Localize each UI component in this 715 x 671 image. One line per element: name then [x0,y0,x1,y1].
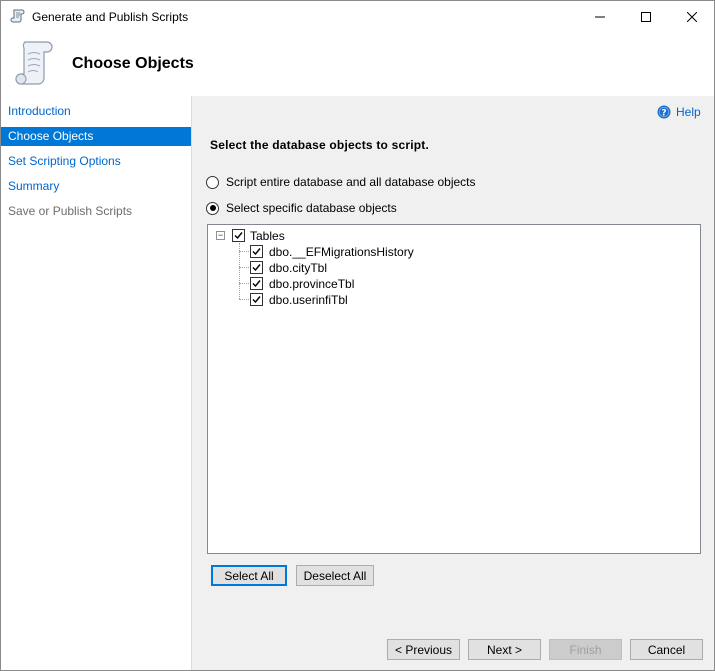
tree-item-label: dbo.userinfiTbl [269,293,348,307]
close-button[interactable] [669,1,714,32]
collapse-minus-icon[interactable]: − [216,231,225,240]
page-title: Choose Objects [72,55,194,72]
generate-publish-scripts-window: Generate and Publish Scripts Choose Obje… [0,0,715,671]
minimize-button[interactable] [577,1,623,32]
cancel-button[interactable]: Cancel [630,639,703,660]
table-checkbox[interactable] [250,293,263,306]
finish-button: Finish [549,639,622,660]
help-label: Help [676,105,701,119]
previous-button[interactable]: < Previous [387,639,460,660]
script-entire-database-label: Script entire database and all database … [226,175,476,189]
checkmark-icon [234,232,243,240]
nav-item-summary[interactable]: Summary [1,177,191,196]
select-specific-objects-label: Select specific database objects [226,201,397,215]
nav-item-set-scripting-options[interactable]: Set Scripting Options [1,152,191,171]
checkmark-icon [252,296,261,304]
wizard-steps-nav: Introduction Choose Objects Set Scriptin… [1,96,192,670]
radio-unchecked[interactable] [206,175,219,189]
tree-root-label: Tables [250,229,285,243]
close-icon [687,11,697,22]
checkmark-icon [252,280,261,288]
table-checkbox[interactable] [250,245,263,258]
maximize-button[interactable] [623,1,669,32]
maximize-icon [641,11,651,22]
tree-connector [239,251,249,252]
tree-connector [239,267,249,268]
tree-connector [239,299,249,300]
minimize-icon [595,16,605,17]
window-title: Generate and Publish Scripts [32,10,189,24]
table-checkbox[interactable] [250,261,263,274]
object-tree[interactable]: − Tables dbo.__EFMigrationsHistory dbo.c… [207,224,701,554]
nav-item-introduction[interactable]: Introduction [1,102,191,121]
checkmark-icon [252,264,261,272]
deselect-all-button[interactable]: Deselect All [296,565,374,586]
tree-item-label: dbo.__EFMigrationsHistory [269,245,414,259]
nav-item-choose-objects[interactable]: Choose Objects [1,127,191,146]
section-title: Select the database objects to script. [210,138,430,152]
tree-connector [239,283,249,284]
wizard-header: Choose Objects [1,32,714,96]
script-scroll-icon [15,41,53,85]
table-checkbox[interactable] [250,277,263,290]
tree-item-label: dbo.cityTbl [269,261,328,275]
script-entire-database-option[interactable]: Script entire database and all database … [206,175,476,189]
tables-checkbox[interactable] [232,229,245,242]
tree-item-label: dbo.provinceTbl [269,277,355,291]
select-specific-objects-option[interactable]: Select specific database objects [206,201,397,215]
help-link[interactable]: ? Help [657,105,701,119]
next-button[interactable]: Next > [468,639,541,660]
checkmark-icon [252,248,261,256]
nav-item-save-or-publish: Save or Publish Scripts [8,204,133,218]
title-bar: Generate and Publish Scripts [1,1,714,32]
svg-text:?: ? [661,109,666,119]
main-panel: ? Help Select the database objects to sc… [193,96,714,670]
select-all-button[interactable]: Select All [211,565,287,586]
help-icon: ? [657,105,671,119]
scroll-app-icon [10,9,25,23]
radio-checked[interactable] [206,201,219,215]
